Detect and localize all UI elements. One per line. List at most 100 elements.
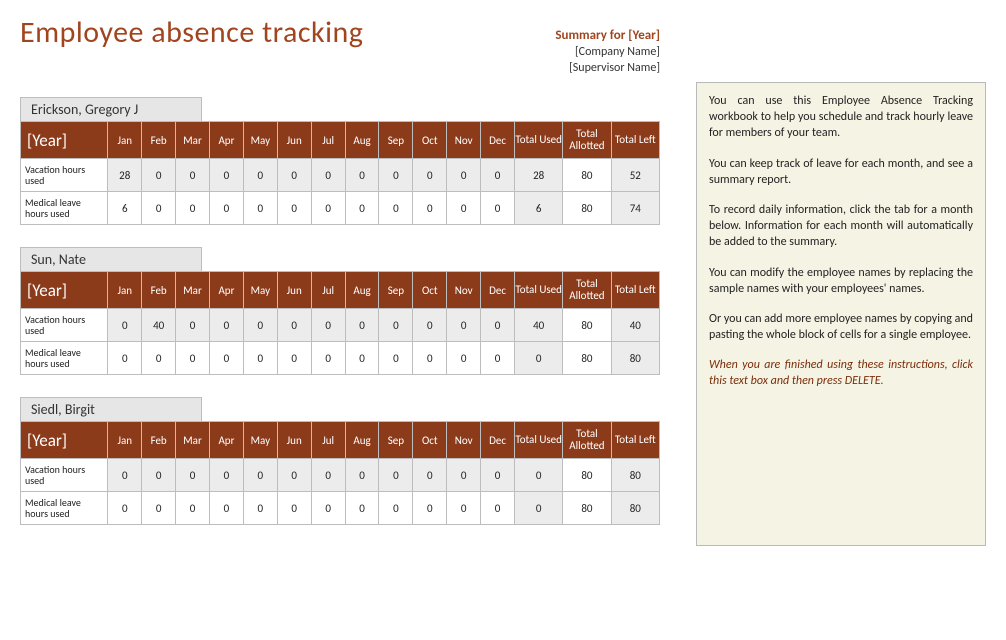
month-cell[interactable]: 0 [413,342,447,375]
month-cell[interactable]: 0 [108,309,142,342]
month-cell[interactable]: 0 [345,459,379,492]
row-label-medical: Medical leave hours used [21,342,108,375]
month-cell[interactable]: 0 [447,459,481,492]
month-cell[interactable]: 0 [447,492,481,525]
month-cell[interactable]: 0 [209,459,243,492]
employee-name: Siedl, Birgit [20,397,202,421]
month-cell[interactable]: 0 [345,192,379,225]
month-header: Oct [413,272,447,309]
month-cell[interactable]: 0 [243,492,277,525]
month-cell[interactable]: 0 [243,342,277,375]
month-cell[interactable]: 0 [176,459,210,492]
month-cell[interactable]: 0 [447,192,481,225]
supervisor-name: [Supervisor Name] [490,61,660,75]
month-cell[interactable]: 0 [413,492,447,525]
month-cell[interactable]: 0 [481,192,515,225]
month-cell[interactable]: 0 [311,192,345,225]
month-cell[interactable]: 0 [379,459,413,492]
month-cell[interactable]: 0 [108,492,142,525]
month-cell[interactable]: 0 [277,342,311,375]
month-cell[interactable]: 0 [277,192,311,225]
month-cell[interactable]: 0 [142,459,176,492]
month-cell[interactable]: 0 [277,459,311,492]
month-cell[interactable]: 0 [447,342,481,375]
month-cell[interactable]: 0 [176,342,210,375]
row-label-vacation: Vacation hours used [21,309,108,342]
month-cell[interactable]: 0 [176,192,210,225]
month-cell[interactable]: 0 [108,459,142,492]
table-row: Vacation hours used0400000000000408040 [21,309,660,342]
month-cell[interactable]: 0 [379,492,413,525]
total-allotted-cell[interactable]: 80 [563,492,611,525]
month-cell[interactable]: 0 [209,159,243,192]
month-cell[interactable]: 0 [481,492,515,525]
total-left-cell: 52 [611,159,659,192]
total-allotted-cell[interactable]: 80 [563,309,611,342]
month-cell[interactable]: 0 [311,159,345,192]
month-cell[interactable]: 0 [142,492,176,525]
month-cell[interactable]: 0 [447,309,481,342]
month-cell[interactable]: 0 [379,342,413,375]
month-cell[interactable]: 0 [176,159,210,192]
month-cell[interactable]: 0 [209,192,243,225]
month-cell[interactable]: 0 [142,192,176,225]
month-cell[interactable]: 0 [379,309,413,342]
month-header: Jan [108,272,142,309]
month-cell[interactable]: 0 [379,192,413,225]
month-cell[interactable]: 0 [311,459,345,492]
month-cell[interactable]: 0 [481,459,515,492]
employee-block: Sun, Nate[Year]JanFebMarAprMayJunJulAugS… [20,247,660,375]
month-cell[interactable]: 0 [413,159,447,192]
month-cell[interactable]: 0 [243,459,277,492]
company-name: [Company Name] [490,45,660,59]
month-cell[interactable]: 0 [243,159,277,192]
month-cell[interactable]: 0 [108,342,142,375]
month-cell[interactable]: 40 [142,309,176,342]
month-cell[interactable]: 6 [108,192,142,225]
month-cell[interactable]: 0 [413,459,447,492]
month-cell[interactable]: 0 [243,192,277,225]
month-header: Aug [345,122,379,159]
month-cell[interactable]: 0 [142,159,176,192]
month-cell[interactable]: 0 [447,159,481,192]
month-cell[interactable]: 0 [345,159,379,192]
month-header: Feb [142,122,176,159]
month-cell[interactable]: 0 [209,309,243,342]
month-cell[interactable]: 0 [311,309,345,342]
month-cell[interactable]: 0 [311,342,345,375]
employee-name: Sun, Nate [20,247,202,271]
month-cell[interactable]: 0 [481,159,515,192]
month-cell[interactable]: 0 [345,309,379,342]
month-cell[interactable]: 0 [379,159,413,192]
month-cell[interactable]: 0 [345,492,379,525]
month-cell[interactable]: 0 [481,342,515,375]
month-cell[interactable]: 0 [209,342,243,375]
month-header: Nov [447,422,481,459]
month-cell[interactable]: 0 [345,342,379,375]
help-textbox[interactable]: You can use this Employee Absence Tracki… [696,82,986,546]
month-header: Aug [345,272,379,309]
total-allotted-cell[interactable]: 80 [563,159,611,192]
month-cell[interactable]: 0 [243,309,277,342]
total-allotted-cell[interactable]: 80 [563,342,611,375]
month-cell[interactable]: 0 [176,309,210,342]
month-cell[interactable]: 28 [108,159,142,192]
month-header: Apr [209,122,243,159]
month-header: Sep [379,272,413,309]
month-cell[interactable]: 0 [413,192,447,225]
month-cell[interactable]: 0 [277,159,311,192]
table-row: Vacation hours used00000000000008080 [21,459,660,492]
month-cell[interactable]: 0 [142,342,176,375]
row-label-vacation: Vacation hours used [21,159,108,192]
month-header: Sep [379,122,413,159]
month-cell[interactable]: 0 [176,492,210,525]
month-cell[interactable]: 0 [481,309,515,342]
month-header: Jun [277,122,311,159]
month-cell[interactable]: 0 [413,309,447,342]
month-cell[interactable]: 0 [277,309,311,342]
month-cell[interactable]: 0 [209,492,243,525]
month-cell[interactable]: 0 [311,492,345,525]
total-allotted-cell[interactable]: 80 [563,192,611,225]
total-allotted-cell[interactable]: 80 [563,459,611,492]
month-cell[interactable]: 0 [277,492,311,525]
